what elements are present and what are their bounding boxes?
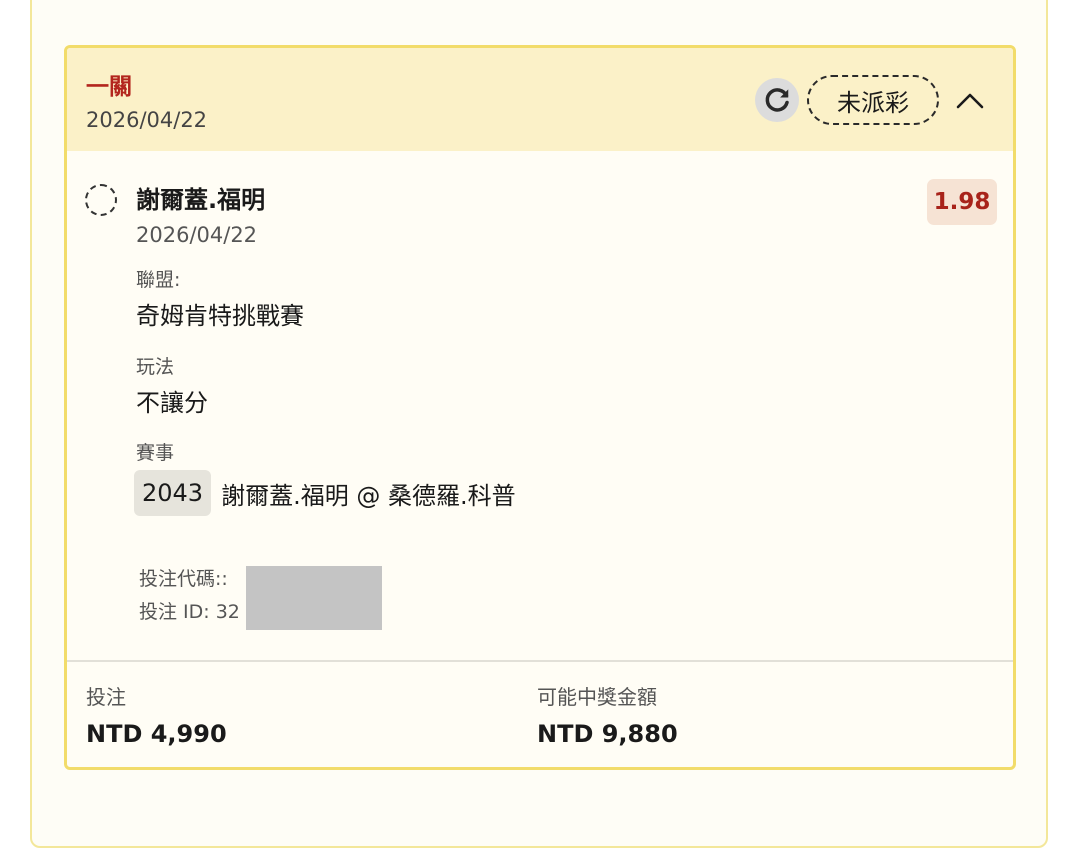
event-label: 賽事 [136,442,175,464]
selection-date: 2026/04/22 [136,223,258,247]
bet-type-title: 一關 [86,74,132,100]
redaction-block [246,566,382,630]
pending-circle-icon [85,184,117,216]
event-id-badge: 2043 [134,470,212,516]
bet-card-header[interactable]: 一關 2026/04/22 未派彩 [67,48,1013,151]
settlement-status-badge: 未派彩 [807,75,939,125]
bet-id-label: 投注 ID: 32 [139,601,240,623]
bet-slip-card: 一關 2026/04/22 未派彩 謝爾蓋.福明 2026/04/22 1.98… [64,45,1016,770]
stake-amount: NTD 4,990 [86,720,227,748]
footer-divider [67,660,1013,662]
potential-payout-amount: NTD 9,880 [537,720,678,748]
market-value: 不讓分 [136,389,208,417]
market-label: 玩法 [136,356,175,378]
event-name: 謝爾蓋.福明 @ 桑德羅.科普 [221,481,516,510]
event-row: 2043 謝爾蓋.福明 @ 桑德羅.科普 [134,470,516,516]
league-label: 聯盟: [136,269,181,291]
chevron-up-icon [956,93,984,109]
odds-badge: 1.98 [927,179,997,225]
league-value: 奇姆肯特挑戰賽 [136,302,304,330]
selection-name: 謝爾蓋.福明 [136,186,266,214]
collapse-button[interactable] [951,82,989,118]
refresh-button[interactable] [755,78,799,122]
potential-payout-label: 可能中獎金額 [537,685,657,709]
stake-label: 投注 [86,685,126,709]
refresh-icon [765,88,789,112]
bet-date: 2026/04/22 [86,108,208,132]
bet-code-label: 投注代碼:: [139,568,228,590]
